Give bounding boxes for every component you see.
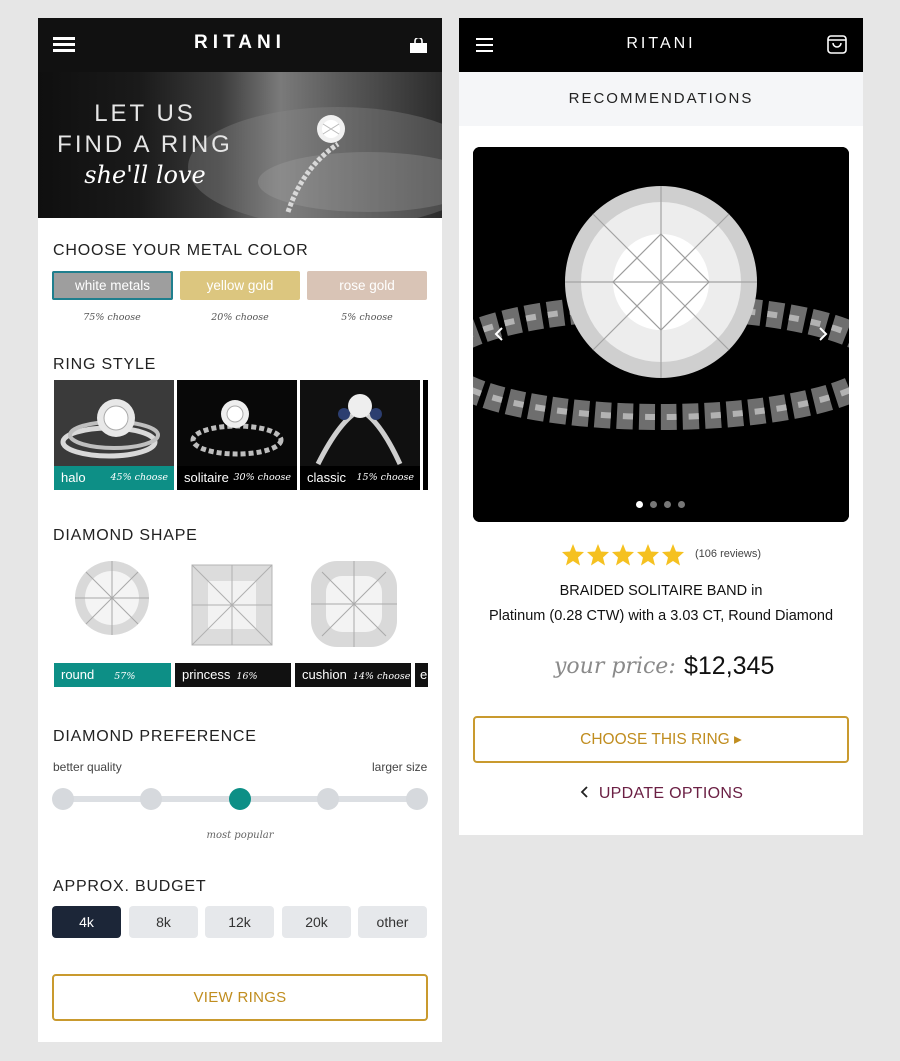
solitaire-label: solitaire — [184, 470, 229, 485]
ring-product-image — [473, 147, 849, 522]
classic-pct: 15% choose — [356, 472, 414, 483]
princess-label: princess — [182, 667, 231, 682]
shape-round[interactable]: round 57% choose — [54, 663, 171, 708]
princess-diamond-image — [191, 564, 273, 646]
diamond-preference-title: DIAMOND PREFERENCE — [53, 728, 257, 745]
price-value: $12,345 — [684, 652, 775, 680]
recommendations-header: RECOMMENDATIONS — [459, 72, 863, 126]
rating-stars — [562, 544, 684, 566]
preference-step-5[interactable] — [406, 788, 428, 810]
star-icon — [562, 544, 584, 566]
update-options-link[interactable]: UPDATE OPTIONS — [459, 785, 863, 803]
metal-yellow-pct: 20% choose — [211, 312, 269, 323]
ring-style-next-peek[interactable] — [423, 380, 428, 490]
product-image-carousel[interactable] — [473, 147, 849, 522]
classic-caption: classic 15% choose — [300, 466, 420, 490]
budget-4k[interactable]: 4k — [52, 906, 121, 938]
brand-logo[interactable]: RITANI — [459, 35, 863, 53]
halo-label: halo — [61, 470, 86, 485]
cushion-diamond-image — [311, 561, 397, 647]
preference-step-2[interactable] — [140, 788, 162, 810]
metal-white-pct: 75% choose — [83, 312, 141, 323]
shopping-bag-icon[interactable] — [826, 33, 848, 55]
carousel-dot-4[interactable] — [678, 501, 685, 508]
solitaire-caption: solitaire 30% choose — [177, 466, 297, 490]
cushion-label: cushion — [302, 667, 347, 682]
metal-option-white[interactable]: white metals — [52, 271, 173, 300]
ring-style-title: RING STYLE — [53, 356, 157, 373]
ring-style-halo[interactable]: halo 45% choose — [54, 380, 174, 490]
chevron-left-icon — [580, 786, 588, 798]
star-icon — [662, 544, 684, 566]
star-icon — [612, 544, 634, 566]
your-price-label: your price: — [554, 654, 676, 679]
preference-step-3-selected[interactable] — [229, 788, 251, 810]
metal-option-yellow[interactable]: yellow gold — [180, 271, 300, 300]
halo-ring-image — [54, 380, 174, 466]
top-bar: RITANI — [459, 18, 863, 72]
hero-line-1: LET US — [94, 100, 196, 127]
solitaire-pct: 30% choose — [233, 472, 291, 483]
classic-ring-image — [300, 380, 420, 466]
product-name: BRAIDED SOLITAIRE BAND in — [559, 583, 763, 599]
round-diamond-image — [75, 561, 149, 635]
budget-8k[interactable]: 8k — [129, 906, 198, 938]
classic-label: classic — [307, 470, 347, 485]
hero-headline: LET US FIND A RING she'll love — [56, 98, 234, 190]
carousel-next-arrow[interactable] — [813, 319, 833, 349]
recommendation-screen: RITANI RECOMMENDATIONS (106 reviews) BRA… — [459, 18, 863, 835]
update-options-label: UPDATE OPTIONS — [598, 785, 744, 802]
product-details: Platinum (0.28 CTW) with a 3.03 CT, Roun… — [488, 608, 834, 624]
preference-step-4[interactable] — [317, 788, 339, 810]
metal-color-title: CHOOSE YOUR METAL COLOR — [53, 242, 309, 259]
ring-finder-screen: RITANI LET US FIND A RING she'll love CH… — [38, 18, 442, 1042]
metal-rose-pct: 5% choose — [341, 312, 393, 323]
carousel-dot-2[interactable] — [650, 501, 657, 508]
shape-princess[interactable]: princess 16% choose — [175, 663, 291, 708]
budget-12k[interactable]: 12k — [205, 906, 274, 938]
solitaire-ring-image — [177, 380, 297, 466]
star-icon — [637, 544, 659, 566]
budget-20k[interactable]: 20k — [282, 906, 351, 938]
top-bar: RITANI — [38, 18, 442, 72]
halo-pct: 45% choose — [110, 472, 168, 483]
better-quality-label: better quality — [53, 760, 122, 774]
carousel-prev-arrow[interactable] — [489, 319, 509, 349]
review-count[interactable]: (106 reviews) — [695, 548, 761, 560]
view-rings-button[interactable]: VIEW RINGS — [52, 974, 428, 1021]
brand-logo[interactable]: RITANI — [38, 32, 442, 54]
choose-this-ring-button[interactable]: CHOOSE THIS RING ▸ — [473, 716, 849, 763]
budget-title: APPROX. BUDGET — [53, 878, 207, 895]
diamond-shape-title: DIAMOND SHAPE — [53, 527, 198, 544]
star-icon — [587, 544, 609, 566]
shape-next-peek[interactable]: e — [415, 663, 428, 687]
larger-size-label: larger size — [372, 760, 428, 774]
carousel-dot-1[interactable] — [636, 501, 643, 508]
cushion-pct: 14% choose — [352, 671, 411, 682]
hero-line-3: she'll love — [84, 161, 206, 189]
preference-step-1[interactable] — [52, 788, 74, 810]
halo-caption: halo 45% choose — [54, 466, 174, 490]
most-popular-note: most popular — [206, 830, 274, 841]
shape-cushion[interactable]: cushion 14% choose — [295, 663, 411, 687]
carousel-dot-3[interactable] — [664, 501, 671, 508]
budget-other[interactable]: other — [358, 906, 427, 938]
hero-line-2: FIND A RING — [57, 131, 233, 158]
ring-style-classic[interactable]: classic 15% choose — [300, 380, 420, 490]
hero-banner: LET US FIND A RING she'll love — [38, 72, 442, 218]
ring-style-solitaire[interactable]: solitaire 30% choose — [177, 380, 297, 490]
round-label: round — [61, 667, 95, 682]
metal-option-rose[interactable]: rose gold — [307, 271, 427, 300]
next-shape-label: e — [420, 667, 428, 682]
shopping-bag-icon[interactable] — [409, 38, 428, 53]
